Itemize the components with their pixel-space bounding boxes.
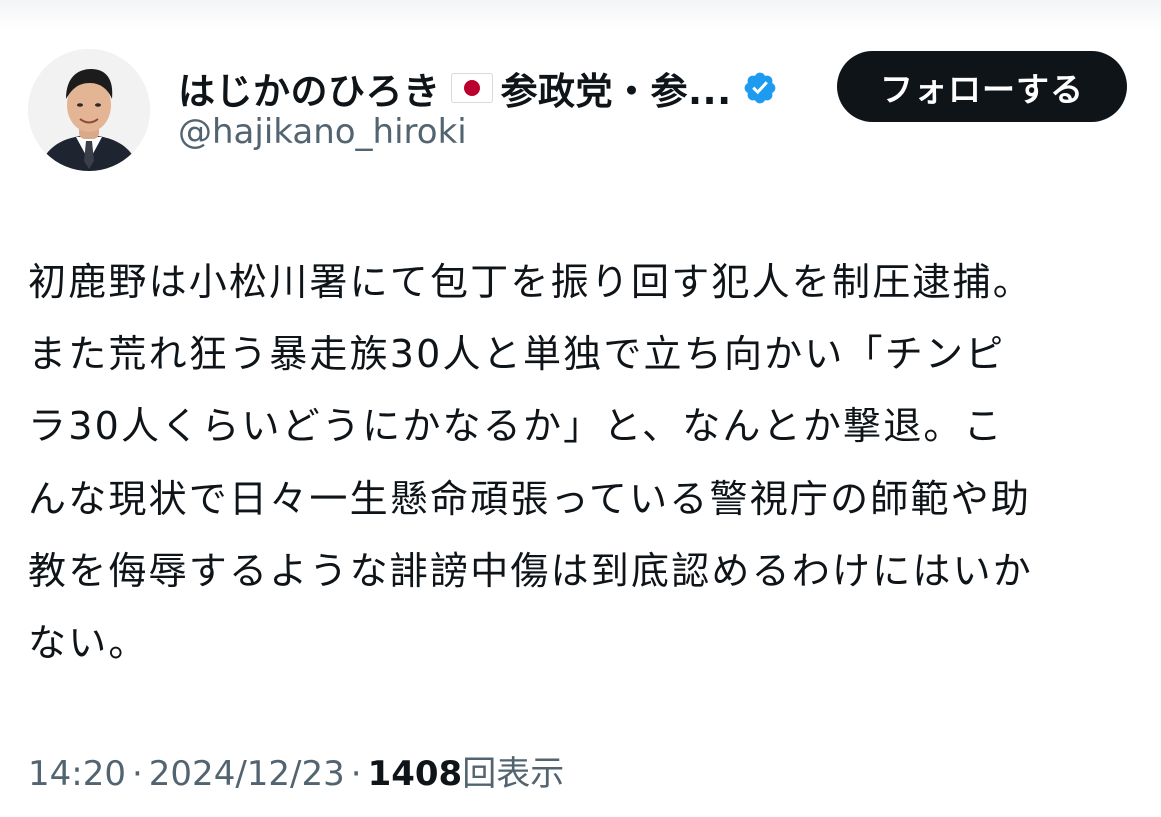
meta-separator: · (350, 754, 362, 794)
tweet-line: ない。 (28, 621, 149, 666)
tweet-date[interactable]: 2024/12/23 (149, 754, 345, 794)
tweet-line: 初鹿野は小松川署にて包丁を振り回す犯人を制圧逮捕。 (28, 260, 1034, 304)
tweet-line: んな現状で日々一生懸命頑張っている警視庁の師範や助 (28, 476, 1032, 521)
japan-flag-icon (450, 73, 493, 103)
tweet-time[interactable]: 14:20 (28, 754, 126, 794)
tweet-meta: 14:20 · 2024/12/23 · 1408 回表示 (28, 746, 564, 795)
author-display-name[interactable]: はじかのひろき 参政党・参... (178, 60, 778, 116)
tweet-body: 初鹿野は小松川署にて包丁を振り回す犯人を制圧逮捕。 また荒れ狂う暴走族30人と単… (28, 246, 1153, 679)
author-name-text: はじかのひろき (178, 70, 441, 113)
tweet-line: また荒れ狂う暴走族30人と単独で立ち向かい「チンピ (28, 332, 1006, 377)
tweet-line: 教を侮辱するような誹謗中傷は到底認めるわけにはいか (28, 548, 1034, 593)
meta-separator: · (131, 754, 143, 794)
follow-button[interactable]: フォローする (837, 51, 1127, 122)
tweet-detail: はじかのひろき 参政党・参... @hajikano_hiroki フォローする… (0, 0, 1161, 817)
avatar[interactable] (28, 49, 150, 171)
author-handle[interactable]: @hajikano_hiroki (178, 112, 467, 152)
top-fade (0, 0, 1161, 30)
tweet-line: ラ30人くらいどうにかなるか」と、なんとか撃退。こ (28, 404, 1004, 449)
avatar-portrait-icon (28, 49, 150, 171)
author-name-suffix: 参政党・参... (500, 70, 732, 113)
views-label: 回表示 (462, 754, 565, 794)
views-count: 1408 (367, 754, 463, 794)
verified-badge-icon (744, 72, 776, 104)
